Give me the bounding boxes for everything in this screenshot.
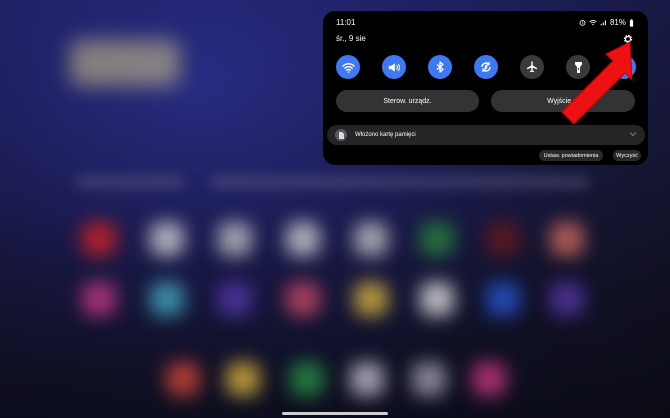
blurred-app-icon bbox=[150, 282, 184, 316]
airplane-mode-icon bbox=[527, 61, 537, 73]
alarm-icon bbox=[579, 19, 586, 26]
blurred-app-icon bbox=[486, 222, 520, 256]
blurred-dock-icon bbox=[412, 362, 446, 396]
airplane-mode-toggle[interactable] bbox=[520, 55, 544, 79]
blurred-dock-icon bbox=[290, 362, 324, 396]
bluetooth-icon bbox=[436, 61, 444, 73]
blurred-app-icon bbox=[420, 222, 454, 256]
blurred-app-icon bbox=[420, 282, 454, 316]
battery-icon bbox=[629, 18, 634, 27]
status-icons: 81% bbox=[579, 18, 634, 27]
blurred-app-icon bbox=[218, 282, 252, 316]
device-control-button[interactable]: Sterow. urządz. bbox=[336, 90, 479, 112]
sound-icon bbox=[388, 62, 400, 72]
blurred-app-icon bbox=[218, 222, 252, 256]
status-time: 11:01 bbox=[336, 18, 356, 27]
blurred-app-icon bbox=[286, 222, 320, 256]
blurred-dock-icon bbox=[472, 362, 506, 396]
sound-toggle[interactable] bbox=[382, 55, 406, 79]
blurred-app-icon bbox=[486, 282, 520, 316]
blurred-text bbox=[75, 176, 185, 188]
clear-label: Wyczyść bbox=[616, 152, 638, 159]
bluetooth-toggle[interactable] bbox=[428, 55, 452, 79]
device-control-label: Sterow. urządz. bbox=[383, 97, 432, 105]
home-gesture-bar[interactable] bbox=[282, 412, 388, 415]
annotation-arrow bbox=[561, 41, 633, 125]
blurred-app-icon bbox=[286, 282, 320, 316]
blurred-text bbox=[210, 176, 590, 188]
blurred-dock-icon bbox=[226, 362, 260, 396]
auto-rotate-toggle[interactable] bbox=[474, 55, 498, 79]
battery-percent: 81% bbox=[609, 18, 626, 27]
blurred-dock-icon bbox=[350, 362, 384, 396]
wifi-toggle[interactable] bbox=[336, 55, 360, 79]
sd-card-icon bbox=[335, 129, 347, 141]
blurred-app-icon bbox=[150, 222, 184, 256]
blurred-widget bbox=[70, 40, 180, 86]
date-label: śr., 9 sie bbox=[336, 34, 366, 43]
blurred-dock-icon bbox=[166, 362, 200, 396]
notification-settings-button[interactable]: Ustaw. powiadomienia bbox=[539, 150, 603, 161]
notification-card[interactable]: Włożono kartę pamięci bbox=[327, 125, 645, 145]
blurred-app-icon bbox=[550, 282, 584, 316]
blurred-app-icon bbox=[354, 282, 388, 316]
notification-text: Włożono kartę pamięci bbox=[355, 132, 416, 138]
wifi-icon bbox=[341, 62, 355, 73]
chevron-down-icon[interactable] bbox=[629, 131, 637, 137]
blurred-app-icon bbox=[82, 222, 116, 256]
blurred-app-icon bbox=[354, 222, 388, 256]
notification-settings-label: Ustaw. powiadomienia bbox=[543, 152, 599, 159]
wifi-status-icon bbox=[589, 20, 597, 26]
signal-icon bbox=[600, 20, 606, 26]
blurred-app-icon bbox=[550, 222, 584, 256]
blurred-app-icon bbox=[82, 282, 116, 316]
clear-button[interactable]: Wyczyść bbox=[613, 150, 641, 161]
auto-rotate-icon bbox=[481, 62, 491, 72]
